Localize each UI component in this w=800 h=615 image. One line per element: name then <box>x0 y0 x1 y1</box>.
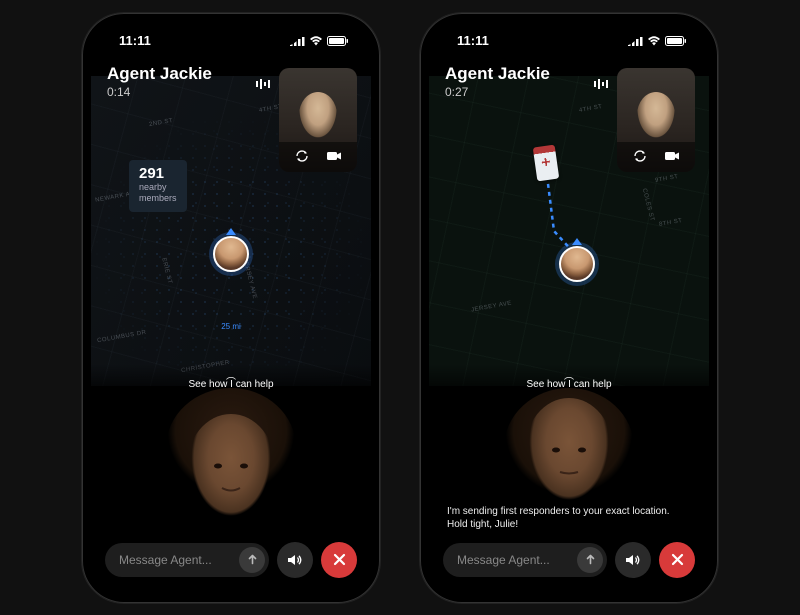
user-location-marker[interactable] <box>213 236 249 272</box>
battery-icon <box>665 36 687 46</box>
user-location-marker[interactable] <box>559 246 595 282</box>
agent-caption: I'm sending first responders to your exa… <box>447 505 691 532</box>
phone-mockup-right: 11:11 Agent Jackie 0:27 4TH ST 10TH ST C… <box>420 13 718 603</box>
status-time: 11:11 <box>119 33 151 48</box>
screen: 11:11 Agent Jackie 0:27 4TH ST 10TH ST C… <box>429 22 709 594</box>
notch <box>499 22 639 46</box>
message-input[interactable]: Message Agent... <box>105 543 269 577</box>
close-icon <box>333 553 346 566</box>
self-video-preview <box>617 68 695 142</box>
send-icon[interactable] <box>577 547 603 573</box>
chevron-up-icon[interactable]: ︵ <box>91 374 371 379</box>
video-camera-icon[interactable] <box>324 145 346 167</box>
nearby-tooltip[interactable]: 291 nearby members <box>129 160 187 213</box>
close-icon <box>671 553 684 566</box>
status-time: 11:11 <box>457 33 489 48</box>
message-placeholder: Message Agent... <box>119 553 212 567</box>
nearby-count: 291 <box>139 166 177 181</box>
pip-controls <box>617 142 695 172</box>
phone-mockup-left: 11:11 Agent Jackie 0:14 2ND ST 4TH ST NE… <box>82 13 380 603</box>
pip-controls <box>279 142 357 172</box>
self-video-pip[interactable] <box>279 68 357 172</box>
chevron-up-icon[interactable]: ︵ <box>429 374 709 379</box>
send-icon[interactable] <box>239 547 265 573</box>
wifi-icon <box>309 36 323 46</box>
message-input[interactable]: Message Agent... <box>443 543 607 577</box>
speaker-button[interactable] <box>277 542 313 578</box>
nearby-label-2: members <box>139 194 177 204</box>
ambulance-icon <box>533 144 560 181</box>
camera-flip-icon[interactable] <box>291 145 313 167</box>
bottom-panel: ︵ See how I can help I'm sending first r… <box>429 364 709 594</box>
self-video-pip[interactable] <box>617 68 695 172</box>
bottom-panel: ︵ See how I can help Message Agent <box>91 364 371 594</box>
camera-flip-icon[interactable] <box>629 145 651 167</box>
end-call-button[interactable] <box>321 542 357 578</box>
speaker-icon <box>625 553 641 567</box>
message-placeholder: Message Agent... <box>457 553 550 567</box>
agent-portrait <box>167 396 295 524</box>
video-camera-icon[interactable] <box>662 145 684 167</box>
battery-icon <box>327 36 349 46</box>
audio-levels-icon[interactable] <box>251 72 275 96</box>
speaker-icon <box>287 553 303 567</box>
notch <box>161 22 301 46</box>
wifi-icon <box>647 36 661 46</box>
screen: 11:11 Agent Jackie 0:14 2ND ST 4TH ST NE… <box>91 22 371 594</box>
nearby-label-1: nearby <box>139 183 177 193</box>
call-controls: Message Agent... <box>443 542 695 578</box>
end-call-button[interactable] <box>659 542 695 578</box>
agent-portrait <box>505 396 633 508</box>
self-video-preview <box>279 68 357 142</box>
speaker-button[interactable] <box>615 542 651 578</box>
radius-label: 25 mi <box>221 322 241 331</box>
audio-levels-icon[interactable] <box>589 72 613 96</box>
call-controls: Message Agent... <box>105 542 357 578</box>
